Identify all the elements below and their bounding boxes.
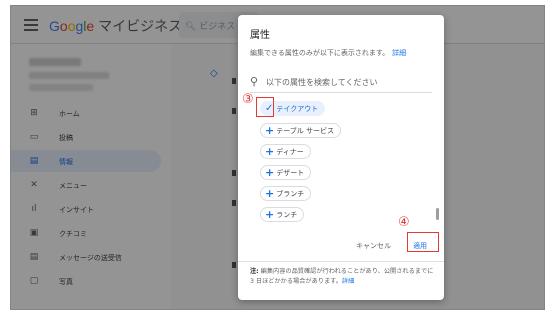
step-3-highlight xyxy=(256,97,274,117)
plus-icon: + xyxy=(265,208,275,221)
chip-dinner[interactable]: + ディナー xyxy=(260,144,311,159)
note-details-link[interactable]: 詳細 xyxy=(342,278,354,285)
attribute-search-input[interactable] xyxy=(266,74,426,90)
dialog-note: 注: 編集内容の品質確認が行われることがあり、公開されるまでに 3 日ほどかかる… xyxy=(250,268,434,285)
plus-icon: + xyxy=(265,187,275,200)
search-icon: ⚲ xyxy=(250,75,259,88)
dialog-scrollbar[interactable] xyxy=(436,208,439,220)
attribute-search: ⚲ xyxy=(250,73,432,93)
step-3-marker: ③ xyxy=(242,92,254,107)
cancel-button[interactable]: キャンセル xyxy=(356,241,391,251)
chip-dessert[interactable]: + デザート xyxy=(260,165,312,180)
details-link[interactable]: 詳細 xyxy=(392,49,406,57)
attributes-dialog: 属性 編集できる属性のみが以下に表示されます。詳細 ⚲ ✓テイクアウト +テーブ… xyxy=(238,15,444,300)
plus-icon: + xyxy=(265,145,275,158)
divider xyxy=(238,261,444,262)
step-4-highlight xyxy=(407,232,439,252)
dialog-description: 編集できる属性のみが以下に表示されます。 詳細 xyxy=(250,49,407,57)
dialog-title: 属性 xyxy=(250,30,270,41)
chip-brunch[interactable]: + ブランチ xyxy=(260,186,312,201)
chip-lunch[interactable]: + ランチ xyxy=(260,207,305,222)
chip-table-service[interactable]: + テーブル サービス xyxy=(260,123,342,138)
plus-icon: + xyxy=(265,124,275,137)
step-4-marker: ④ xyxy=(398,215,410,230)
plus-icon: + xyxy=(265,166,275,179)
